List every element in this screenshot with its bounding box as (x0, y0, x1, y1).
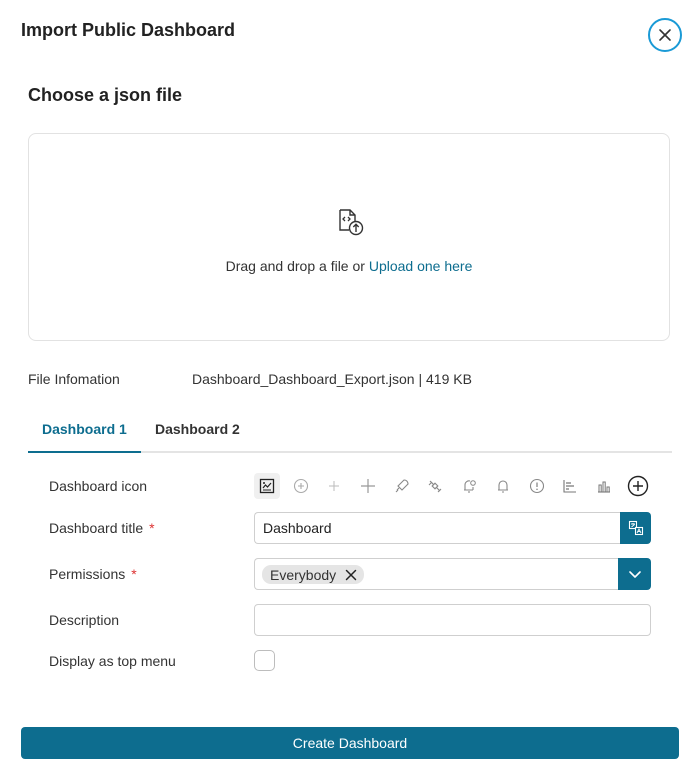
satellite-icon[interactable] (422, 473, 448, 499)
file-info-label: File Infomation (28, 371, 120, 387)
dashboard-title-label-text: Dashboard title (49, 520, 144, 536)
permission-chip: Everybody (262, 565, 365, 584)
close-button[interactable] (648, 18, 682, 52)
dashboard-title-label: Dashboard title * (49, 520, 155, 536)
tab-dashboard-1[interactable]: Dashboard 1 (28, 407, 141, 453)
permissions-dropdown-button[interactable] (618, 558, 651, 590)
permission-chip-label: Everybody (270, 566, 337, 583)
description-label: Description (49, 612, 120, 628)
permissions-label: Permissions * (49, 566, 137, 582)
required-marker: * (131, 566, 137, 582)
dialog-title: Import Public Dashboard (21, 20, 236, 40)
plus-icon[interactable] (355, 473, 381, 499)
file-info-value: Dashboard_Dashboard_Export.json | 419 KB (192, 371, 472, 387)
top-menu-checkbox[interactable] (254, 650, 275, 671)
dashboard-title-input[interactable]: Dashboard (254, 512, 621, 544)
add-circle-icon[interactable] (625, 473, 651, 499)
dashboard-chart-icon[interactable] (254, 473, 280, 499)
close-icon (659, 29, 671, 41)
chevron-down-icon (628, 571, 641, 578)
bell-icon[interactable] (490, 473, 516, 499)
section-title: Choose a json file (28, 85, 183, 105)
permissions-label-text: Permissions (49, 566, 126, 582)
create-dashboard-button[interactable]: Create Dashboard (21, 727, 679, 759)
upload-link[interactable]: Upload one here (369, 258, 473, 274)
file-code-upload-icon (339, 209, 364, 236)
tab-dashboard-2[interactable]: Dashboard 2 (141, 407, 254, 451)
alert-circle-icon[interactable] (524, 473, 550, 499)
translate-icon (628, 520, 643, 536)
required-marker: * (149, 520, 155, 536)
bar-chart-horizontal-icon[interactable] (557, 473, 583, 499)
translate-button[interactable] (620, 512, 651, 544)
dashboard-icon-label: Dashboard icon (49, 478, 148, 494)
dashboard-tabs: Dashboard 1 Dashboard 2 (28, 407, 672, 453)
rocket-icon[interactable] (389, 473, 415, 499)
top-menu-label: Display as top menu (49, 653, 176, 669)
plus-small-icon[interactable] (321, 473, 347, 499)
drag-drop-text: Drag and drop a file or (225, 258, 369, 274)
permissions-select[interactable]: Everybody (254, 558, 619, 590)
dropzone-text: Drag and drop a file or Upload one here (29, 258, 669, 274)
plus-circle-icon[interactable] (288, 473, 314, 499)
remove-chip-icon[interactable] (344, 568, 358, 582)
bar-chart-icon[interactable] (591, 473, 617, 499)
icon-picker (254, 473, 658, 499)
description-input[interactable] (254, 604, 651, 636)
file-dropzone[interactable]: Drag and drop a file or Upload one here (28, 133, 670, 341)
bell-gear-icon[interactable] (456, 473, 482, 499)
